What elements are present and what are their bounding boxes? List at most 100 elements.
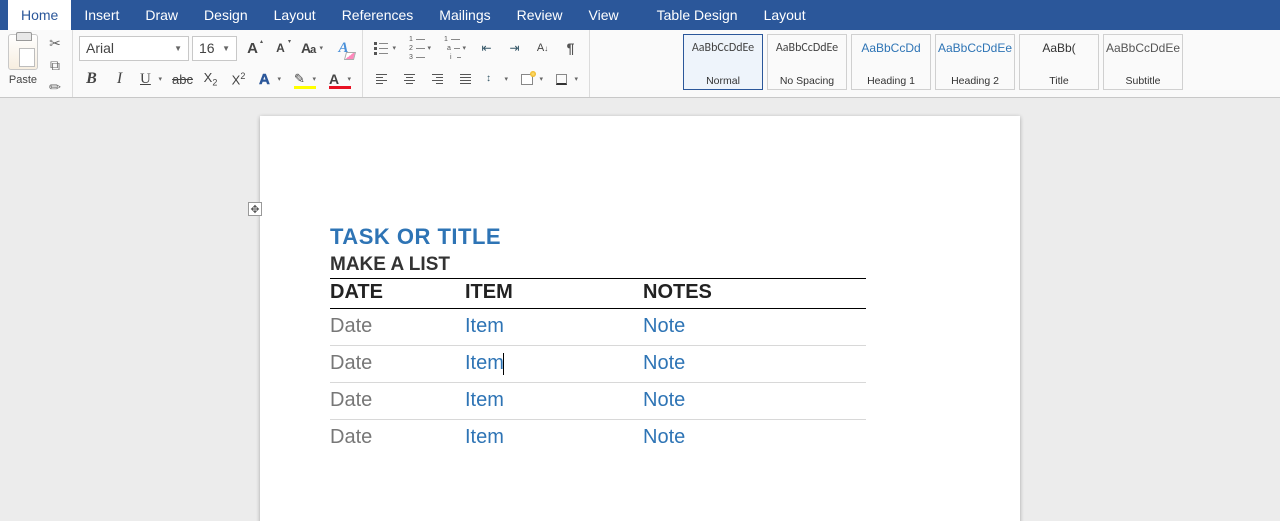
- header-notes[interactable]: NOTES: [643, 279, 866, 309]
- italic-button[interactable]: I: [107, 67, 132, 92]
- cut-button[interactable]: ✂: [46, 34, 64, 52]
- cell-notes[interactable]: Note: [643, 309, 866, 346]
- scissors-icon: ✂: [49, 35, 61, 52]
- clear-formatting-button[interactable]: A: [331, 36, 356, 61]
- bullets-icon: [374, 42, 388, 55]
- header-item[interactable]: ITEM: [465, 279, 643, 309]
- cell-notes[interactable]: Note: [643, 346, 866, 383]
- tab-insert[interactable]: Insert: [71, 0, 132, 30]
- style-sample: AaBbCcDdEe: [692, 41, 754, 55]
- justify-icon: [460, 74, 471, 84]
- grow-font-button[interactable]: A▴: [240, 36, 265, 61]
- shading-icon: [521, 74, 533, 85]
- tab-review[interactable]: Review: [504, 0, 576, 30]
- change-case-button[interactable]: Aa▾: [296, 36, 328, 61]
- font-family-input[interactable]: Arial ▼: [79, 36, 189, 61]
- table-row[interactable]: DateItemNote: [330, 420, 866, 457]
- style-label: Heading 2: [951, 75, 999, 87]
- shading-button[interactable]: ▾: [516, 67, 548, 92]
- text-effects-button[interactable]: A▾: [254, 67, 286, 92]
- style-sample: AaBbCcDdEe: [1106, 41, 1180, 55]
- style-nospacing[interactable]: AaBbCcDdEeNo Spacing: [767, 34, 847, 90]
- underline-button[interactable]: U▾: [135, 67, 167, 92]
- cell-item[interactable]: Item: [465, 309, 643, 346]
- justify-button[interactable]: [453, 67, 478, 92]
- style-subtitle[interactable]: AaBbCcDdEeSubtitle: [1103, 34, 1183, 90]
- table-header-row[interactable]: DATE ITEM NOTES: [330, 279, 866, 309]
- cell-notes[interactable]: Note: [643, 383, 866, 420]
- cell-notes[interactable]: Note: [643, 420, 866, 457]
- table-move-handle[interactable]: ✥: [248, 202, 262, 216]
- cell-date[interactable]: Date: [330, 346, 465, 383]
- style-heading1[interactable]: AaBbCcDdHeading 1: [851, 34, 931, 90]
- cell-date[interactable]: Date: [330, 309, 465, 346]
- chevron-down-icon: ▼: [174, 44, 182, 53]
- table-row[interactable]: DateItemNote: [330, 383, 866, 420]
- cell-item[interactable]: Item: [465, 346, 643, 383]
- chevron-down-icon: ▼: [222, 44, 230, 53]
- tab-table-design[interactable]: Table Design: [644, 0, 751, 30]
- cell-item[interactable]: Item: [465, 420, 643, 457]
- align-right-button[interactable]: [425, 67, 450, 92]
- style-label: No Spacing: [780, 75, 834, 87]
- align-left-icon: [376, 74, 387, 84]
- font-family-value: Arial: [86, 40, 114, 56]
- sort-icon: A↓: [537, 42, 548, 54]
- cell-item[interactable]: Item: [465, 383, 643, 420]
- subscript-button[interactable]: X2: [198, 67, 223, 92]
- copy-button[interactable]: ⧉: [46, 56, 64, 74]
- table-row[interactable]: DateItemNote: [330, 309, 866, 346]
- align-left-button[interactable]: [369, 67, 394, 92]
- table-row[interactable]: DateItemNote: [330, 346, 866, 383]
- highlight-button[interactable]: ✎▾: [289, 67, 321, 92]
- tab-mailings[interactable]: Mailings: [426, 0, 503, 30]
- doc-subtitle[interactable]: MAKE A LIST: [330, 254, 950, 276]
- copy-icon: ⧉: [50, 57, 60, 74]
- cell-date[interactable]: Date: [330, 383, 465, 420]
- format-painter-button[interactable]: ✎: [42, 74, 67, 99]
- line-spacing-button[interactable]: ↕▾: [481, 67, 513, 92]
- cell-date[interactable]: Date: [330, 420, 465, 457]
- tab-draw[interactable]: Draw: [132, 0, 191, 30]
- document-workspace: ✥ TASK OR TITLE MAKE A LIST DATE ITEM NO…: [0, 98, 1280, 521]
- strikethrough-button[interactable]: abc: [170, 67, 195, 92]
- tab-view[interactable]: View: [576, 0, 632, 30]
- numbering-icon: 123: [409, 36, 425, 61]
- tab-home[interactable]: Home: [8, 0, 71, 30]
- font-color-button[interactable]: A▾: [324, 67, 356, 92]
- header-date[interactable]: DATE: [330, 279, 465, 309]
- tab-references[interactable]: References: [329, 0, 427, 30]
- style-heading2[interactable]: AaBbCcDdEe Heading 2: [935, 34, 1015, 90]
- bullets-button[interactable]: ▾: [369, 36, 401, 61]
- style-normal[interactable]: AaBbCcDdEe Normal: [683, 34, 763, 90]
- decrease-indent-button[interactable]: ⇤: [474, 36, 499, 61]
- group-paragraph: ▾ 123 ▾ 1ai ▾ ⇤ ⇥ A↓ ¶ ↕▾ ▾ ▾: [363, 30, 590, 97]
- multilevel-list-button[interactable]: 1ai ▾: [439, 36, 471, 61]
- superscript-button[interactable]: X2: [226, 67, 251, 92]
- tab-layout[interactable]: Layout: [261, 0, 329, 30]
- font-size-input[interactable]: 16 ▼: [192, 36, 237, 61]
- paste-button[interactable]: Paste: [8, 34, 38, 86]
- align-center-button[interactable]: [397, 67, 422, 92]
- borders-button[interactable]: ▾: [551, 67, 583, 92]
- document-page[interactable]: ✥ TASK OR TITLE MAKE A LIST DATE ITEM NO…: [260, 116, 1020, 521]
- sort-button[interactable]: A↓: [530, 36, 555, 61]
- align-center-icon: [404, 74, 415, 84]
- tab-table-layout[interactable]: Layout: [751, 0, 819, 30]
- list-table[interactable]: DATE ITEM NOTES DateItemNoteDateItemNote…: [330, 278, 866, 456]
- shrink-font-button[interactable]: A▾: [268, 36, 293, 61]
- style-sample: AaBbCcDdEe: [938, 41, 1012, 55]
- numbering-button[interactable]: 123 ▾: [404, 36, 436, 61]
- tab-design[interactable]: Design: [191, 0, 261, 30]
- doc-title[interactable]: TASK OR TITLE: [330, 224, 950, 250]
- show-marks-button[interactable]: ¶: [558, 36, 583, 61]
- clipboard-icon: [8, 34, 38, 70]
- line-spacing-icon: ↕: [486, 76, 491, 82]
- increase-indent-button[interactable]: ⇥: [502, 36, 527, 61]
- style-label: Title: [1049, 75, 1068, 87]
- style-label: Normal: [706, 75, 740, 87]
- bold-button[interactable]: B: [79, 67, 104, 92]
- style-label: Heading 1: [867, 75, 915, 87]
- font-size-value: 16: [199, 40, 215, 56]
- style-title[interactable]: AaBb(Title: [1019, 34, 1099, 90]
